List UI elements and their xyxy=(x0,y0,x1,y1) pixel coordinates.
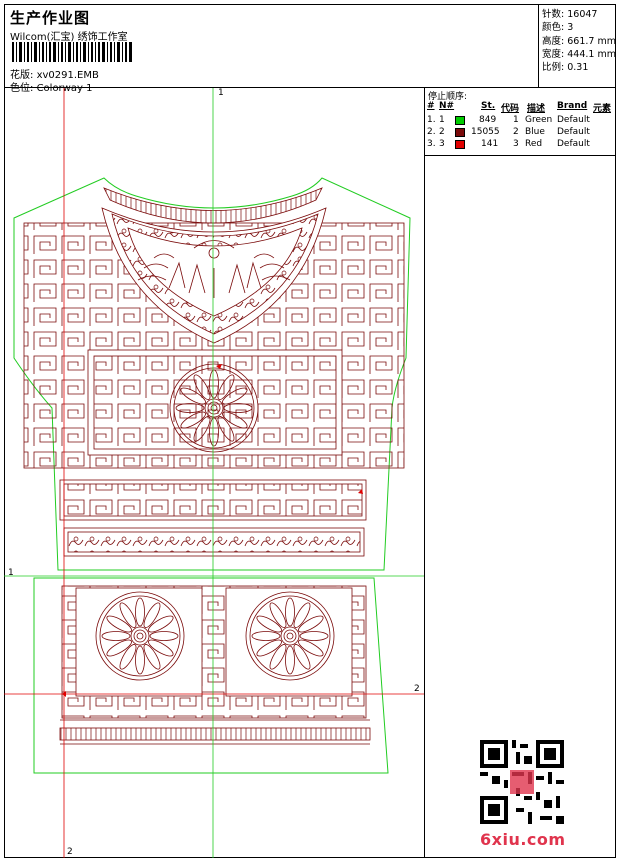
guide-label-v2: 2 xyxy=(67,847,73,857)
stop-row[interactable]: 3. 3 141 3 Red Default xyxy=(425,139,617,151)
guide-label-v1: 1 xyxy=(218,88,224,98)
col-desc: 描述 xyxy=(527,104,546,114)
design-height: 高度: 661.7 mm xyxy=(542,36,616,47)
stop-row[interactable]: 1. 1 849 1 Green Default xyxy=(425,115,617,127)
software-subtitle: Wilcom(汇宝) 绣饰工作室 xyxy=(10,32,128,43)
stats-panel: 针数: 16047 颜色: 3 高度: 661.7 mm 宽度: 444.1 m… xyxy=(538,4,616,88)
scale: 比例: 0.31 xyxy=(542,62,589,73)
design-width: 宽度: 444.1 mm xyxy=(542,49,616,60)
color-swatch xyxy=(455,140,465,149)
col-number: N# xyxy=(439,101,455,111)
color-swatch xyxy=(455,128,465,137)
header: 生产作业图 Wilcom(汇宝) 绣饰工作室 花版: xv0291.EMB 色位… xyxy=(4,4,616,94)
qr-code-icon xyxy=(480,740,564,824)
guide-label-h1: 1 xyxy=(8,568,14,578)
col-stitches: St. xyxy=(481,101,496,111)
embroidery-canvas xyxy=(4,88,424,858)
color-swatch xyxy=(455,116,465,125)
barcode-icon xyxy=(12,42,132,62)
col-code: 代码 xyxy=(501,104,520,114)
upper-stitching xyxy=(23,187,405,557)
page-title: 生产作业图 xyxy=(10,9,91,27)
col-element: 元素 xyxy=(593,104,612,114)
col-index: # xyxy=(427,101,435,111)
watermark-text: 6xiu.com xyxy=(480,830,566,849)
col-brand: Brand xyxy=(557,101,588,111)
stop-row[interactable]: 2. 2 15055 2 Blue Default xyxy=(425,127,617,139)
guide-label-h2: 2 xyxy=(414,684,420,694)
stop-sequence-panel: 停止顺序: # N# St. 代码 描述 Brand 元素 1. 1 849 1… xyxy=(424,88,616,156)
color-count: 颜色: 3 xyxy=(542,22,574,33)
stitch-count: 针数: 16047 xyxy=(542,9,598,20)
guide-lines xyxy=(4,88,424,858)
